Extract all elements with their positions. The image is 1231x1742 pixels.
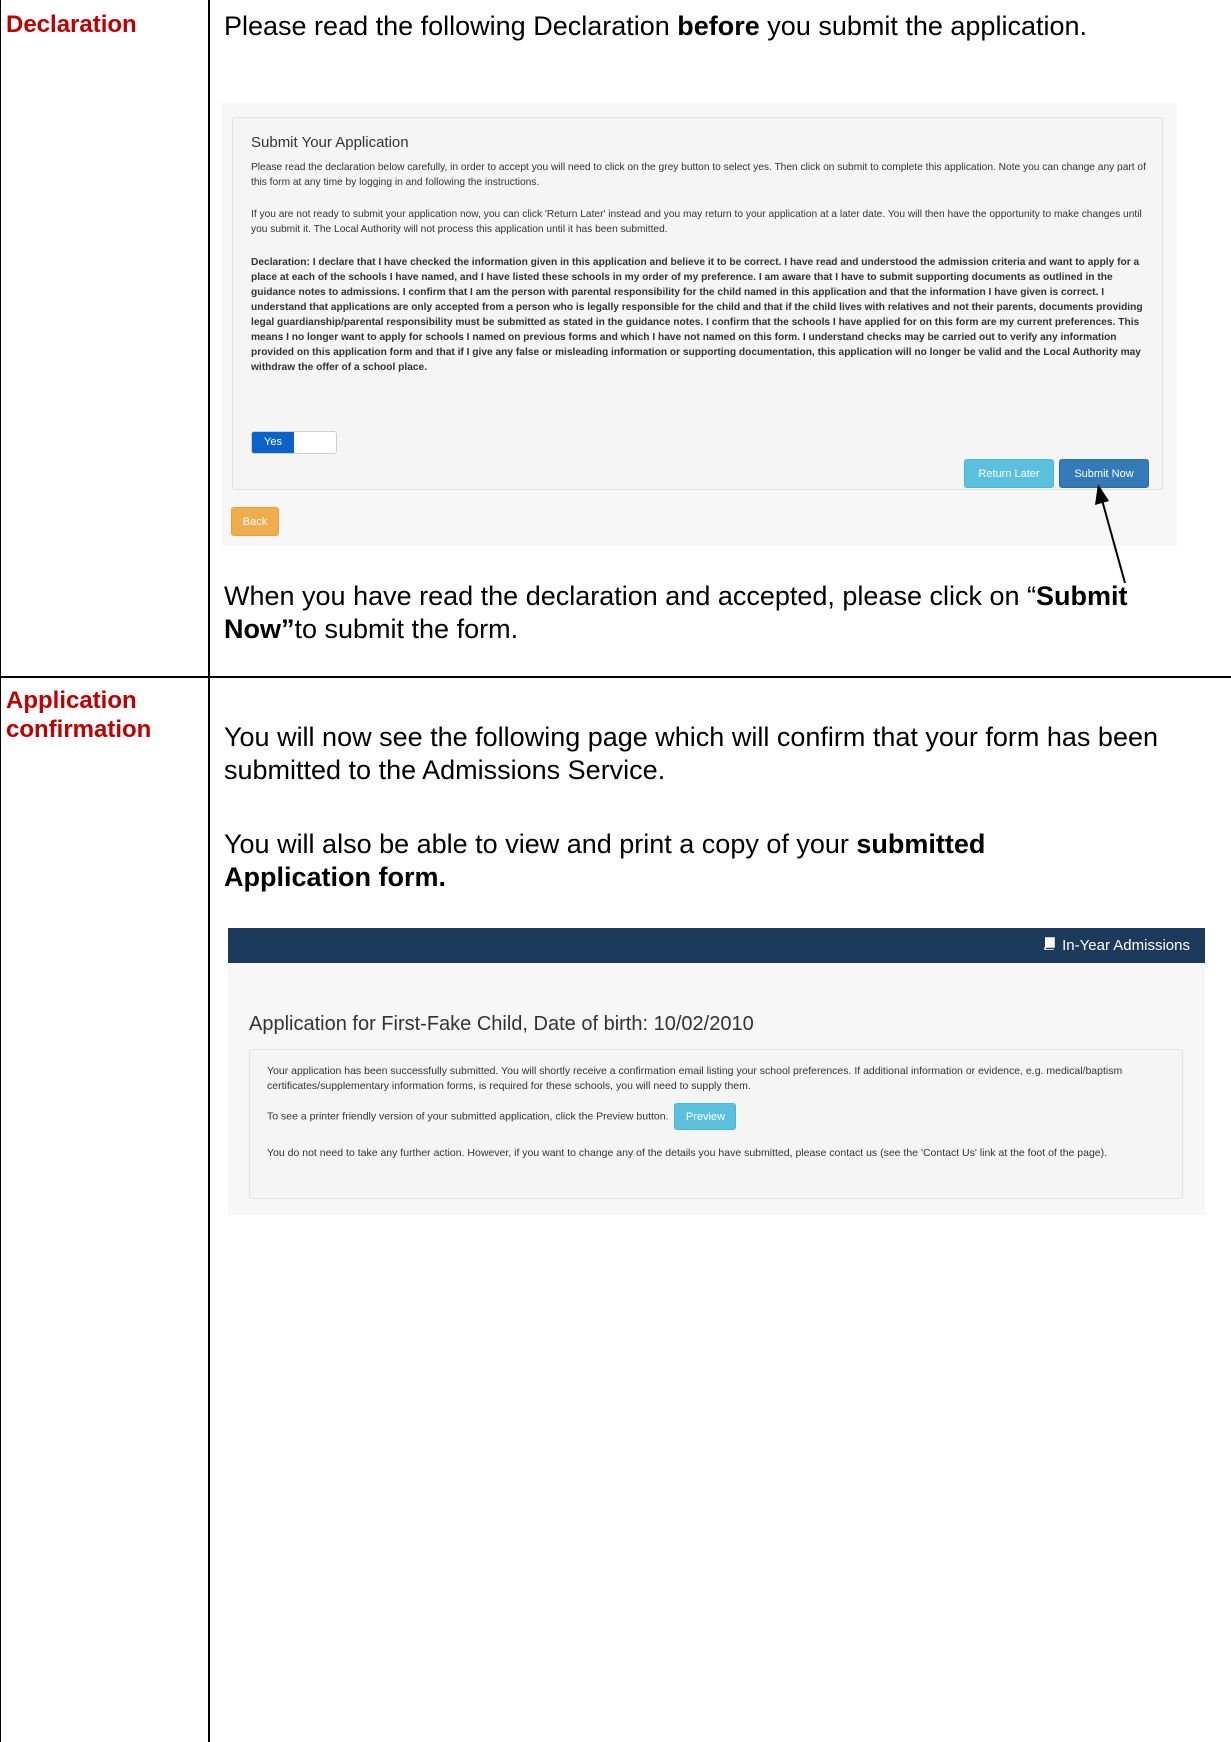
return-later-button[interactable]: Return Later [964,459,1054,488]
row-label-declaration: Declaration [6,11,137,38]
return-later-instructions: If you are not ready to submit your appl… [251,209,1142,235]
preview-button[interactable]: Preview [674,1103,737,1130]
declaration-text: Declaration: I declare that I have check… [251,257,1143,373]
toggle-yes-label: Yes [252,432,294,453]
declaration-intro: Please read the following Declaration be… [224,11,1087,41]
submitted-message: Your application has been successfully s… [267,1065,1123,1092]
top-nav-bar: In-Year Admissions [228,928,1205,963]
application-heading: Application for First-Fake Child, Date o… [249,1013,754,1035]
table-left-border [0,0,1,1742]
submit-instructions: Please read the declaration below carefu… [251,162,1146,188]
submit-now-button[interactable]: Submit Now [1059,459,1149,488]
submit-application-title: Submit Your Application [251,134,409,151]
confirmation-intro: You will now see the following page whic… [224,722,1158,785]
back-button[interactable]: Back [231,507,279,536]
confirmation-panel: Your application has been successfully s… [249,1049,1183,1199]
no-further-action-note: You do not need to take any further acti… [267,1147,1108,1159]
table-row-divider [0,676,1231,678]
table-column-divider [208,0,210,1742]
row-label-application-confirmation: Application confirmation [6,687,152,743]
submit-application-panel: Submit Your Application Please read the … [232,117,1163,490]
preview-instruction: To see a printer friendly version of you… [267,1103,1167,1130]
submit-now-instruction: When you have read the declaration and a… [224,581,1128,644]
confirmation-screenshot: In-Year Admissions Application for First… [228,928,1205,1215]
accept-declaration-toggle[interactable]: Yes [251,431,337,454]
nav-title[interactable]: In-Year Admissions [1043,928,1190,963]
printable-copy-note: You will also be able to view and print … [224,829,986,892]
submit-application-screenshot: Submit Your Application Please read the … [222,103,1177,546]
book-icon [1043,928,1056,963]
